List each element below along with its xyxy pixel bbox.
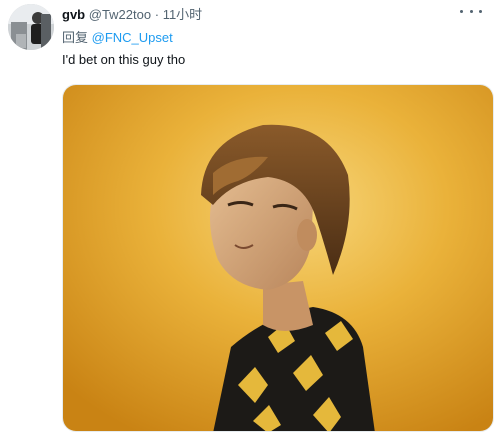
more-horizontal-icon[interactable]	[460, 4, 482, 18]
reply-context: 回复 @FNC_Upset	[62, 30, 173, 46]
author-name[interactable]: gvb	[62, 7, 85, 22]
tweet-header: gvb @Tw22too · 11小时	[62, 7, 202, 23]
tweet-text: I'd bet on this guy tho	[62, 52, 186, 67]
author-handle[interactable]: @Tw22too	[89, 7, 151, 22]
tweet-card[interactable]: gvb @Tw22too · 11小时 回复 @FNC_Upset I'd be…	[0, 0, 500, 440]
reply-prefix: 回复	[62, 30, 89, 45]
tweet-media-photo[interactable]	[62, 84, 494, 432]
author-avatar[interactable]	[8, 4, 54, 50]
photo-image	[63, 85, 493, 431]
avatar-image	[8, 4, 54, 50]
tweet-timestamp[interactable]: 11小时	[163, 7, 203, 22]
reply-mention-link[interactable]: @FNC_Upset	[92, 30, 173, 45]
header-separator: ·	[154, 7, 160, 22]
